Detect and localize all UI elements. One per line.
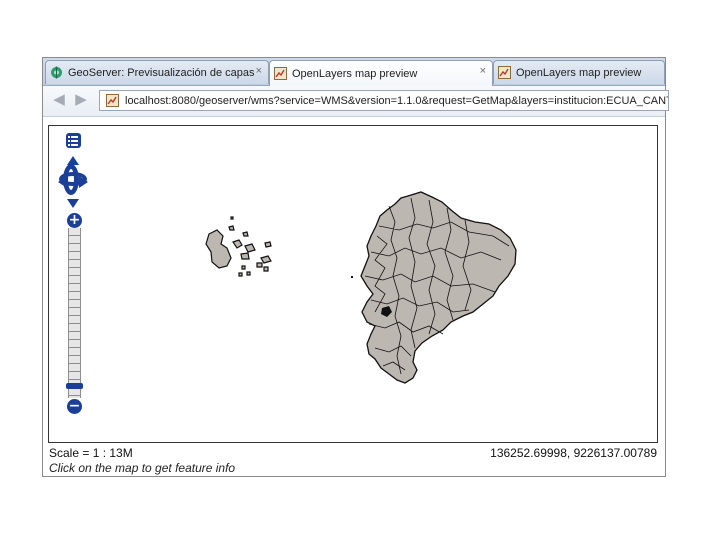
map-viewport[interactable]: + − xyxy=(48,125,658,443)
map-page-icon xyxy=(106,94,119,107)
pan-east-icon[interactable] xyxy=(79,176,88,188)
geoserver-icon xyxy=(51,66,62,79)
zoom-in-button[interactable]: + xyxy=(67,213,82,228)
navigation-bar: ◀ ▶ localhost:8080/geoserver/wms?service… xyxy=(43,86,669,117)
address-bar[interactable]: localhost:8080/geoserver/wms?service=WMS… xyxy=(99,90,669,111)
ecuador-mainland xyxy=(351,191,517,384)
feature-info-hint: Click on the map to get feature info xyxy=(49,461,236,475)
ecuador-cantons-map[interactable] xyxy=(49,126,657,442)
pan-west-icon[interactable] xyxy=(58,176,67,188)
map-page-icon xyxy=(498,66,511,79)
zoom-control-panel: + − xyxy=(58,131,98,421)
zoom-slider-handle[interactable] xyxy=(66,383,83,389)
url-text: localhost:8080/geoserver/wms?service=WMS… xyxy=(125,94,669,107)
browser-window: GeoServer: Previsualización de capas × O… xyxy=(42,57,669,477)
close-tab-icon[interactable]: × xyxy=(480,65,486,77)
pan-north-icon[interactable] xyxy=(67,156,79,165)
back-arrow-icon[interactable]: ◀ xyxy=(51,92,67,108)
zoom-slider[interactable] xyxy=(68,228,81,398)
tab-openlayers-2[interactable]: OpenLayers map preview xyxy=(493,60,665,84)
zoom-out-button[interactable]: − xyxy=(67,399,82,414)
tab-strip: GeoServer: Previsualización de capas × O… xyxy=(43,58,665,86)
tab-title: OpenLayers map preview xyxy=(292,67,418,80)
tab-title: GeoServer: Previsualización de capas xyxy=(68,66,255,79)
layer-switcher-icon[interactable] xyxy=(66,133,81,148)
pan-south-icon[interactable] xyxy=(67,199,79,208)
forward-arrow-icon[interactable]: ▶ xyxy=(73,92,89,108)
tab-title: OpenLayers map preview xyxy=(516,66,642,79)
map-page-icon xyxy=(274,67,287,80)
tab-openlayers-active[interactable]: OpenLayers map preview × xyxy=(269,60,493,86)
galapagos-islands xyxy=(205,216,272,277)
scale-readout: Scale = 1 : 13M xyxy=(49,446,133,460)
tab-geoserver-preview[interactable]: GeoServer: Previsualización de capas × xyxy=(45,60,269,84)
coordinates-readout: 136252.69998, 9226137.00789 xyxy=(490,446,657,460)
close-tab-icon[interactable]: × xyxy=(256,65,262,77)
